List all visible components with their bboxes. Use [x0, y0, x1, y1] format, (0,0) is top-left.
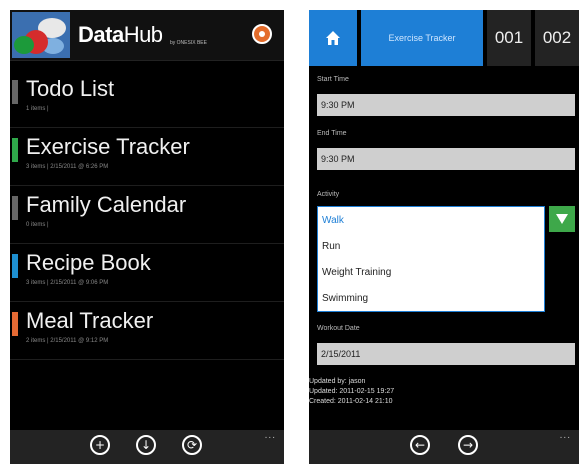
home-icon — [326, 31, 340, 45]
tab-exercise-tracker[interactable]: Exercise Tracker — [361, 10, 483, 66]
activity-dropdown[interactable]: Walk Run Weight Training Swimming — [317, 206, 545, 312]
end-time-field[interactable]: 9:30 PM — [317, 148, 575, 170]
list-item-recipe-book[interactable]: Recipe Book 3 items | 2/15/2011 @ 9:06 P… — [10, 244, 284, 302]
updated-timestamp: Updated: 2011-02-15 19:27 — [309, 388, 395, 395]
item-subtitle: 3 items | 2/15/2011 @ 9:06 PM — [26, 280, 109, 286]
item-title: Todo List — [26, 76, 115, 101]
item-title: Meal Tracker — [26, 308, 154, 333]
chevron-down-icon — [556, 214, 568, 224]
datahub-logo-icon — [12, 12, 70, 58]
end-time-label: End Time — [317, 130, 347, 137]
activity-option-swimming[interactable]: Swimming — [318, 285, 544, 311]
activity-option-walk[interactable]: Walk — [318, 207, 544, 233]
created-timestamp: Created: 2011-02-14 21:10 — [309, 398, 393, 405]
more-menu-icon[interactable]: ... — [560, 430, 571, 441]
application-bar: + ↓ ⟳ ... — [10, 430, 284, 464]
list-item-family-calendar[interactable]: Family Calendar 0 items | — [10, 186, 284, 244]
item-title: Family Calendar — [26, 192, 187, 217]
item-title: Recipe Book — [26, 250, 151, 275]
color-indicator — [12, 138, 18, 162]
activity-option-weight-training[interactable]: Weight Training — [318, 259, 544, 285]
more-menu-icon[interactable]: ... — [265, 430, 276, 441]
add-icon[interactable]: + — [90, 435, 110, 455]
updated-by-text: Updated by: jason — [309, 378, 366, 385]
color-indicator — [12, 254, 18, 278]
tab-header: Exercise Tracker 001 002 — [309, 10, 579, 70]
app-title: DataHub — [78, 22, 163, 47]
color-indicator — [12, 80, 18, 104]
item-subtitle: 2 items | 2/15/2011 @ 9:12 PM — [26, 338, 109, 344]
workout-date-field[interactable]: 2/15/2011 — [317, 343, 575, 365]
dropdown-toggle-button[interactable] — [549, 206, 575, 232]
tab-001[interactable]: 001 — [487, 10, 531, 66]
list-item-exercise[interactable]: Exercise Tracker 3 items | 2/15/2011 @ 6… — [10, 128, 284, 186]
start-time-label: Start Time — [317, 76, 349, 83]
app-subtitle: by ONESIX BEE — [170, 40, 207, 46]
workout-date-label: Workout Date — [317, 325, 360, 332]
application-bar: ← → ... — [309, 430, 579, 464]
item-title: Exercise Tracker — [26, 134, 190, 159]
list-item-meal-tracker[interactable]: Meal Tracker 2 items | 2/15/2011 @ 9:12 … — [10, 302, 284, 360]
exercise-entry-screen: Exercise Tracker 001 002 Start Time 9:30… — [309, 10, 579, 464]
back-arrow-icon[interactable]: ← — [410, 435, 430, 455]
start-time-field[interactable]: 9:30 PM — [317, 94, 575, 116]
color-indicator — [12, 312, 18, 336]
list-item-todo[interactable]: Todo List 1 items | — [10, 70, 284, 128]
activity-option-run[interactable]: Run — [318, 233, 544, 259]
forward-arrow-icon[interactable]: → — [458, 435, 478, 455]
color-indicator — [12, 196, 18, 220]
tracker-list: Todo List 1 items | Exercise Tracker 3 i… — [10, 70, 284, 360]
record-icon[interactable] — [252, 24, 272, 44]
item-subtitle: 3 items | 2/15/2011 @ 6:26 PM — [26, 164, 109, 170]
tab-002[interactable]: 002 — [535, 10, 579, 66]
app-header: DataHub by ONESIX BEE — [10, 10, 284, 61]
item-subtitle: 1 items | — [26, 106, 49, 112]
item-subtitle: 0 items | — [26, 222, 49, 228]
datahub-main-screen: DataHub by ONESIX BEE Todo List 1 items … — [10, 10, 284, 464]
sync-icon[interactable]: ⟳ — [182, 435, 202, 455]
home-button[interactable] — [309, 10, 357, 66]
activity-label: Activity — [317, 191, 340, 198]
download-icon[interactable]: ↓ — [136, 435, 156, 455]
